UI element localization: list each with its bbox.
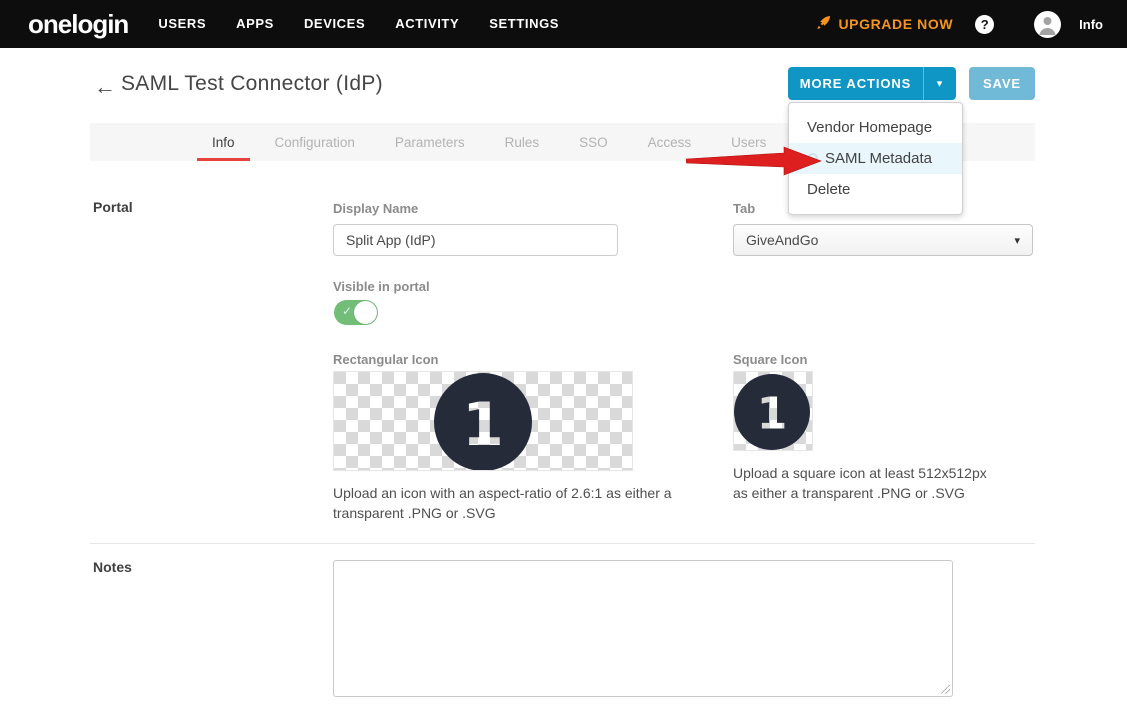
menu-item-vendor-homepage[interactable]: Vendor Homepage [789, 112, 962, 143]
app-number-glyph-square: 1 [757, 389, 788, 440]
select-caret-icon: ▾ [1014, 234, 1020, 247]
nav-item-devices[interactable]: DEVICES [304, 0, 365, 48]
display-name-label: Display Name [333, 201, 418, 216]
tab-select-value: GiveAndGo [746, 232, 1014, 248]
page-title: SAML Test Connector (IdP) [121, 72, 383, 96]
nav-item-settings[interactable]: SETTINGS [489, 0, 559, 48]
onelogin-logo[interactable]: onelogin [28, 0, 128, 48]
nav-right: UPGRADE NOW ? Info [816, 11, 1103, 38]
person-icon [1034, 11, 1061, 38]
tab-field-label: Tab [733, 201, 755, 216]
toggle-knob [354, 301, 377, 324]
nav-item-apps[interactable]: APPS [236, 0, 274, 48]
more-actions-menu: Vendor Homepage SAML Metadata Delete [788, 102, 963, 215]
section-divider [90, 543, 1035, 544]
portal-section-label: Portal [93, 199, 133, 215]
tab-select[interactable]: GiveAndGo ▾ [733, 224, 1033, 256]
square-icon-preview[interactable]: 1 [733, 371, 813, 451]
spinner-icon [807, 153, 818, 164]
chevron-down-icon: ▾ [937, 77, 943, 90]
menu-item-saml-metadata-label: SAML Metadata [825, 150, 932, 167]
avatar[interactable] [1034, 11, 1061, 38]
upgrade-now-link[interactable]: UPGRADE NOW [816, 15, 953, 33]
check-icon: ✓ [342, 304, 352, 318]
app-number-glyph: 1 [462, 390, 504, 460]
square-icon-label: Square Icon [733, 352, 807, 367]
more-actions-button[interactable]: MORE ACTIONS ▾ [788, 67, 956, 100]
help-icon[interactable]: ? [975, 15, 994, 34]
nav-item-activity[interactable]: ACTIVITY [395, 0, 459, 48]
menu-item-delete[interactable]: Delete [789, 174, 962, 205]
rectangular-icon-preview[interactable]: 1 [333, 371, 633, 471]
nav-item-users[interactable]: USERS [158, 0, 206, 48]
rectangular-icon-label: Rectangular Icon [333, 352, 438, 367]
more-actions-label: MORE ACTIONS [788, 76, 923, 91]
user-menu-label[interactable]: Info [1079, 17, 1103, 32]
tab-info[interactable]: Info [212, 123, 235, 161]
main-content: ← SAML Test Connector (IdP) MORE ACTIONS… [0, 48, 1127, 711]
tab-rules[interactable]: Rules [505, 123, 540, 161]
tab-parameters[interactable]: Parameters [395, 123, 465, 161]
square-icon-caption: Upload a square icon at least 512x512px … [733, 463, 1005, 504]
more-actions-caret[interactable]: ▾ [923, 67, 956, 100]
tab-users[interactable]: Users [731, 123, 766, 161]
visible-in-portal-label: Visible in portal [333, 279, 430, 294]
tab-sso[interactable]: SSO [579, 123, 608, 161]
top-nav: onelogin USERS APPS DEVICES ACTIVITY SET… [0, 0, 1127, 48]
notes-section-label: Notes [93, 559, 132, 575]
help-glyph: ? [981, 17, 989, 32]
nav-links: USERS APPS DEVICES ACTIVITY SETTINGS [158, 0, 559, 48]
tab-access[interactable]: Access [648, 123, 692, 161]
upgrade-now-label: UPGRADE NOW [838, 16, 953, 32]
notes-textarea[interactable] [333, 560, 953, 697]
visible-in-portal-toggle[interactable]: ✓ [334, 300, 378, 325]
display-name-input[interactable] [333, 224, 618, 256]
menu-item-saml-metadata[interactable]: SAML Metadata [789, 143, 962, 174]
rocket-icon [816, 15, 831, 33]
save-button[interactable]: SAVE [969, 67, 1035, 100]
rectangular-icon-caption: Upload an icon with an aspect-ratio of 2… [333, 483, 685, 524]
back-arrow-icon[interactable]: ← [94, 74, 116, 100]
tab-configuration[interactable]: Configuration [275, 123, 355, 161]
